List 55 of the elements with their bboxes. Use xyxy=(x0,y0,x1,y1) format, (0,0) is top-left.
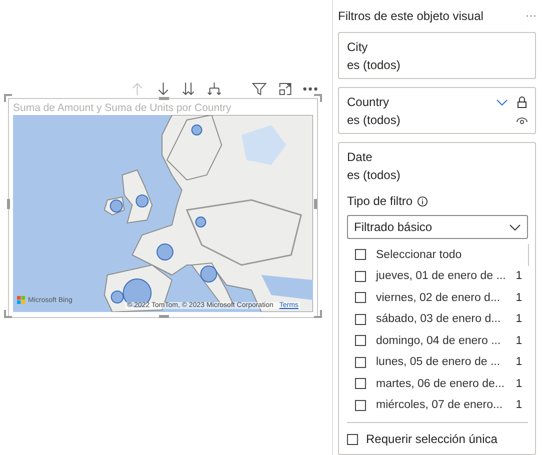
windows-logo-icon xyxy=(17,296,25,304)
date-option-label: viernes, 02 de enero d... xyxy=(376,292,502,304)
arrow-down-icon[interactable] xyxy=(156,81,170,97)
checkbox[interactable] xyxy=(347,434,358,444)
lock-icon[interactable] xyxy=(516,96,528,108)
checkbox[interactable] xyxy=(355,270,366,282)
option-count: 1 xyxy=(516,270,524,282)
resize-handle[interactable] xyxy=(4,310,12,318)
filter-card[interactable]: Country es (todos) xyxy=(338,87,536,134)
checkbox[interactable] xyxy=(355,356,366,368)
resize-handle[interactable] xyxy=(314,310,322,318)
pane-title: Filtros de este objeto visual xyxy=(338,9,484,23)
focus-mode-icon[interactable] xyxy=(278,81,292,97)
require-single-label: Requerir selección única xyxy=(366,432,498,446)
visual-title: Suma de Amount y Suma de Units por Country xyxy=(13,101,232,115)
filter-summary: es (todos) xyxy=(347,168,402,182)
option-count: 1 xyxy=(516,292,524,304)
double-arrow-down-icon[interactable] xyxy=(181,81,196,97)
select-all-label: Seleccionar todo xyxy=(376,248,463,261)
date-option-label: miércoles, 07 de enero... xyxy=(376,399,504,412)
checkbox[interactable] xyxy=(355,378,366,390)
filter-card[interactable]: City es (todos) xyxy=(338,32,536,79)
filter-card[interactable] xyxy=(338,142,536,455)
filter-icon[interactable] xyxy=(252,81,267,97)
date-option-label: lunes, 05 de enero de ... xyxy=(376,356,502,368)
checkbox[interactable] xyxy=(355,400,366,411)
info-icon[interactable] xyxy=(416,196,428,206)
filter-type-label: Tipo de filtro xyxy=(347,194,413,208)
date-option-label: jueves, 01 de enero de ... xyxy=(376,270,506,282)
checkbox[interactable] xyxy=(355,314,366,325)
more-options-icon[interactable] xyxy=(526,14,536,18)
filter-summary: es (todos) xyxy=(347,58,402,72)
resize-handle[interactable] xyxy=(314,199,317,209)
checkbox[interactable] xyxy=(355,249,366,260)
option-count: 1 xyxy=(516,378,524,390)
option-count: 1 xyxy=(516,313,524,326)
date-option-label: domingo, 04 de enero ... xyxy=(376,334,502,347)
filter-field-name: Date xyxy=(347,150,374,164)
date-option-label: martes, 06 de enero de... xyxy=(376,378,506,390)
resize-handle[interactable] xyxy=(4,94,12,102)
checkbox[interactable] xyxy=(355,292,366,304)
option-count: 1 xyxy=(516,334,524,347)
resize-handle[interactable] xyxy=(159,315,169,318)
expand-hierarchy-icon[interactable] xyxy=(206,81,222,97)
resize-handle[interactable] xyxy=(314,94,322,102)
filter-type-dropdown[interactable]: Filtrado básico xyxy=(347,215,528,239)
date-option-label: sábado, 03 de enero d... xyxy=(376,313,502,326)
option-count: 1 xyxy=(516,356,524,368)
resize-handle[interactable] xyxy=(159,97,169,100)
filter-summary: es (todos) xyxy=(347,112,402,126)
filter-field-name: City xyxy=(347,40,369,54)
resize-handle[interactable] xyxy=(7,199,10,209)
checkbox[interactable] xyxy=(355,335,366,346)
option-count: 1 xyxy=(516,399,524,412)
filter-field-name: Country xyxy=(347,94,390,108)
